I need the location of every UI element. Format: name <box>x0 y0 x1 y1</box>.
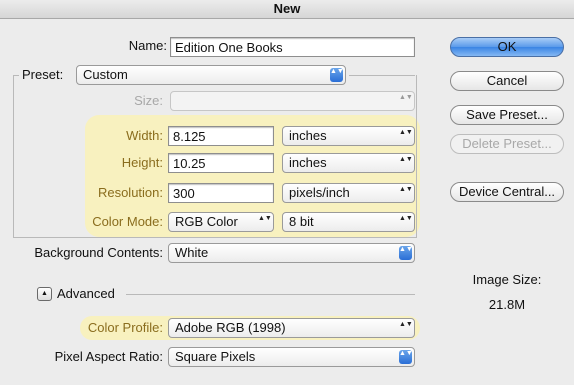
bit-depth-select[interactable]: 8 bit ▲▼ <box>282 212 415 232</box>
resolution-unit-value: pixels/inch <box>289 185 350 200</box>
color-mode-select[interactable]: RGB Color ▲▼ <box>168 212 274 232</box>
popup-arrows-icon: ▲▼ <box>330 68 344 82</box>
popup-arrows-icon: ▲▼ <box>399 246 413 260</box>
ok-button[interactable]: OK <box>450 37 564 57</box>
background-contents-label: Background Contents: <box>34 245 163 260</box>
pixel-aspect-ratio-label: Pixel Aspect Ratio: <box>54 349 163 364</box>
image-size-label: Image Size: <box>472 272 542 287</box>
popup-arrows-icon: ▲▼ <box>399 186 413 193</box>
preset-select[interactable]: Custom ▲▼ <box>76 65 346 85</box>
bit-depth-value: 8 bit <box>289 214 314 229</box>
advanced-label: Advanced <box>57 286 115 301</box>
size-label: Size: <box>134 93 163 108</box>
size-select: ▲▼ <box>170 91 415 111</box>
pixel-aspect-ratio-select[interactable]: Square Pixels ▲▼ <box>168 347 415 367</box>
image-size-value: 21.8M <box>488 297 526 312</box>
save-preset-button[interactable]: Save Preset... <box>450 105 564 125</box>
popup-arrows-icon: ▲▼ <box>399 321 413 328</box>
popup-arrows-icon: ▲▼ <box>399 215 413 222</box>
background-contents-value: White <box>175 245 209 260</box>
device-central-button[interactable]: Device Central... <box>450 182 564 202</box>
cancel-button[interactable]: Cancel <box>450 71 564 91</box>
width-unit-select[interactable]: inches ▲▼ <box>282 126 415 146</box>
resolution-label: Resolution: <box>97 185 163 200</box>
name-label: Name: <box>128 38 167 53</box>
popup-arrows-icon: ▲▼ <box>399 94 413 101</box>
popup-arrows-icon: ▲▼ <box>258 215 272 222</box>
width-field[interactable]: 8.125 <box>168 126 274 146</box>
preset-label: Preset: <box>22 67 64 82</box>
height-unit-select[interactable]: inches ▲▼ <box>282 153 415 173</box>
width-unit-value: inches <box>289 128 327 143</box>
color-profile-select[interactable]: Adobe RGB (1998) ▲▼ <box>168 318 415 338</box>
height-unit-value: inches <box>289 155 327 170</box>
color-mode-value: RGB Color <box>175 214 238 229</box>
advanced-group-line <box>126 294 415 295</box>
background-contents-select[interactable]: White ▲▼ <box>168 243 415 263</box>
popup-arrows-icon: ▲▼ <box>399 156 413 163</box>
delete-preset-button: Delete Preset... <box>450 134 564 154</box>
name-field[interactable]: Edition One Books <box>170 37 415 57</box>
pixel-aspect-ratio-value: Square Pixels <box>175 349 256 364</box>
width-label: Width: <box>126 128 163 143</box>
color-mode-label: Color Mode: <box>92 214 163 229</box>
window-title: New <box>0 0 574 19</box>
color-profile-value: Adobe RGB (1998) <box>175 320 286 335</box>
height-field[interactable]: 10.25 <box>168 153 274 173</box>
popup-arrows-icon: ▲▼ <box>399 129 413 136</box>
popup-arrows-icon: ▲▼ <box>399 350 413 364</box>
height-label: Height: <box>121 155 163 170</box>
resolution-unit-select[interactable]: pixels/inch ▲▼ <box>282 183 415 203</box>
advanced-disclosure-icon[interactable]: ▲ <box>37 287 52 301</box>
color-profile-label: Color Profile: <box>87 320 163 335</box>
preset-value: Custom <box>83 67 128 82</box>
resolution-field[interactable]: 300 <box>168 183 274 203</box>
